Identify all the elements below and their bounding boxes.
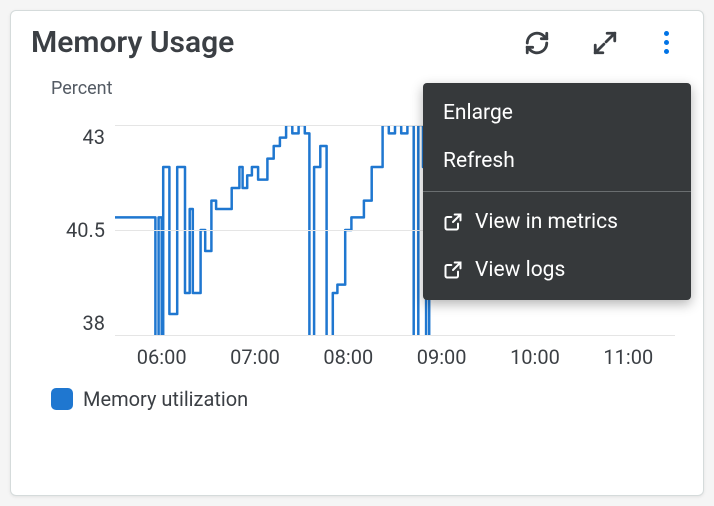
external-link-icon <box>443 260 463 280</box>
chart-legend: Memory utilization <box>51 387 683 411</box>
menu-item-view-metrics[interactable]: View in metrics <box>423 198 691 246</box>
menu-item-refresh[interactable]: Refresh <box>423 137 691 185</box>
x-tick: 11:00 <box>582 345 675 369</box>
refresh-icon[interactable] <box>523 29 551 57</box>
x-tick: 06:00 <box>115 345 208 369</box>
header-controls <box>523 29 683 57</box>
x-tick: 10:00 <box>488 345 581 369</box>
x-tick: 07:00 <box>208 345 301 369</box>
metric-card: Memory Usage Percent <box>10 10 704 496</box>
kebab-icon[interactable] <box>659 29 673 57</box>
expand-icon[interactable] <box>591 29 619 57</box>
x-axis: 06:00 07:00 08:00 09:00 10:00 11:00 <box>115 345 675 369</box>
y-tick: 43 <box>83 125 105 149</box>
x-tick: 08:00 <box>302 345 395 369</box>
y-axis: 43 40.5 38 <box>51 125 115 335</box>
x-tick: 09:00 <box>395 345 488 369</box>
external-link-icon <box>443 212 463 232</box>
context-menu: Enlarge Refresh View in metrics <box>423 83 691 300</box>
card-header: Memory Usage <box>31 25 683 60</box>
legend-swatch <box>51 388 73 410</box>
menu-item-view-logs[interactable]: View logs <box>423 246 691 294</box>
card-title: Memory Usage <box>31 25 234 60</box>
menu-item-enlarge[interactable]: Enlarge <box>423 89 691 137</box>
y-tick: 38 <box>83 311 105 335</box>
legend-label: Memory utilization <box>83 387 248 411</box>
y-tick: 40.5 <box>66 218 105 242</box>
